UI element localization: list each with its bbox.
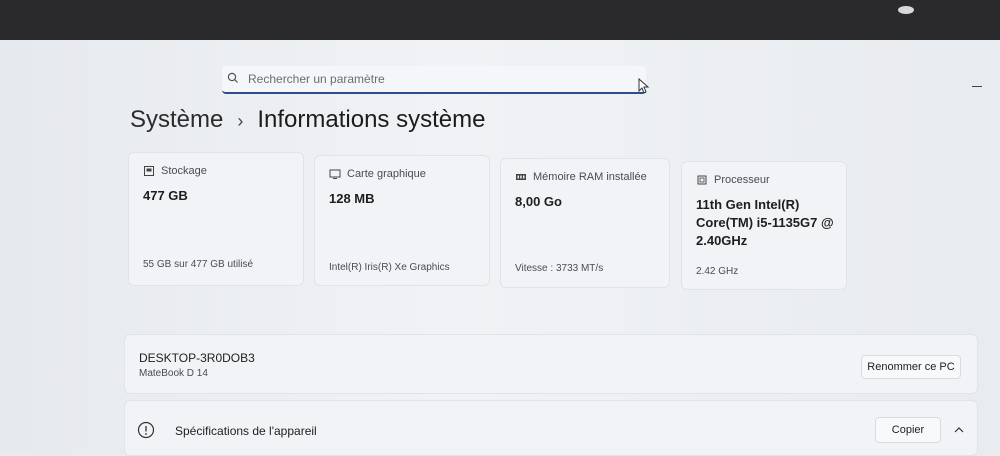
graphics-model: Intel(R) Iris(R) Xe Graphics [329,262,450,273]
device-specs-label: Spécifications de l'appareil [175,424,317,438]
rename-pc-button[interactable]: Renommer ce PC [861,355,961,379]
ram-label: Mémoire RAM installée [533,171,647,183]
device-specs-panel[interactable]: Spécifications de l'appareil Copier [124,400,978,456]
storage-usage: 55 GB sur 477 GB utilisé [143,259,254,270]
processor-frequency: 2.42 GHz [696,266,739,277]
graphics-card-icon [329,169,341,179]
ram-card: Mémoire RAM installée 8,00 Go Vitesse : … [500,158,670,288]
processor-label: Processeur [714,174,770,186]
graphics-value: 128 MB [329,191,375,206]
copy-button[interactable]: Copier [875,417,941,443]
breadcrumb-system-link[interactable]: Système [130,106,223,134]
device-name: DESKTOP-3R0DOB3 [139,351,255,365]
processor-icon [697,175,707,185]
device-name-panel: DESKTOP-3R0DOB3 MateBook D 14 Renommer c… [124,334,978,394]
minimize-icon[interactable] [972,86,982,87]
ram-value: 8,00 Go [515,194,562,209]
storage-card: Stockage 477 GB 55 GB sur 477 GB utilisé [128,152,304,286]
search-box[interactable]: Rechercher un paramètre [222,66,646,94]
search-input[interactable]: Rechercher un paramètre [248,72,385,86]
ram-icon [516,174,526,180]
breadcrumb: Système › Informations système [130,106,485,134]
processor-card: Processeur 11th Gen Intel(R) Core(TM) i5… [681,161,847,290]
processor-value: 11th Gen Intel(R) Core(TM) i5-1135G7 @ 2… [696,197,834,248]
device-model: MateBook D 14 [139,368,208,379]
graphics-label: Carte graphique [347,168,426,180]
chevron-right-icon: › [237,111,244,131]
ram-speed: Vitesse : 3733 MT/s [515,263,604,274]
search-icon [227,72,238,83]
camera-indicator [898,6,914,14]
chevron-up-icon[interactable] [953,425,965,435]
storage-value: 477 GB [143,188,188,203]
mouse-cursor-icon [638,78,650,94]
page-title: Informations système [257,106,486,133]
storage-label: Stockage [161,165,207,177]
info-icon [137,421,155,439]
graphics-card: Carte graphique 128 MB Intel(R) Iris(R) … [314,155,490,286]
storage-icon [144,166,154,176]
